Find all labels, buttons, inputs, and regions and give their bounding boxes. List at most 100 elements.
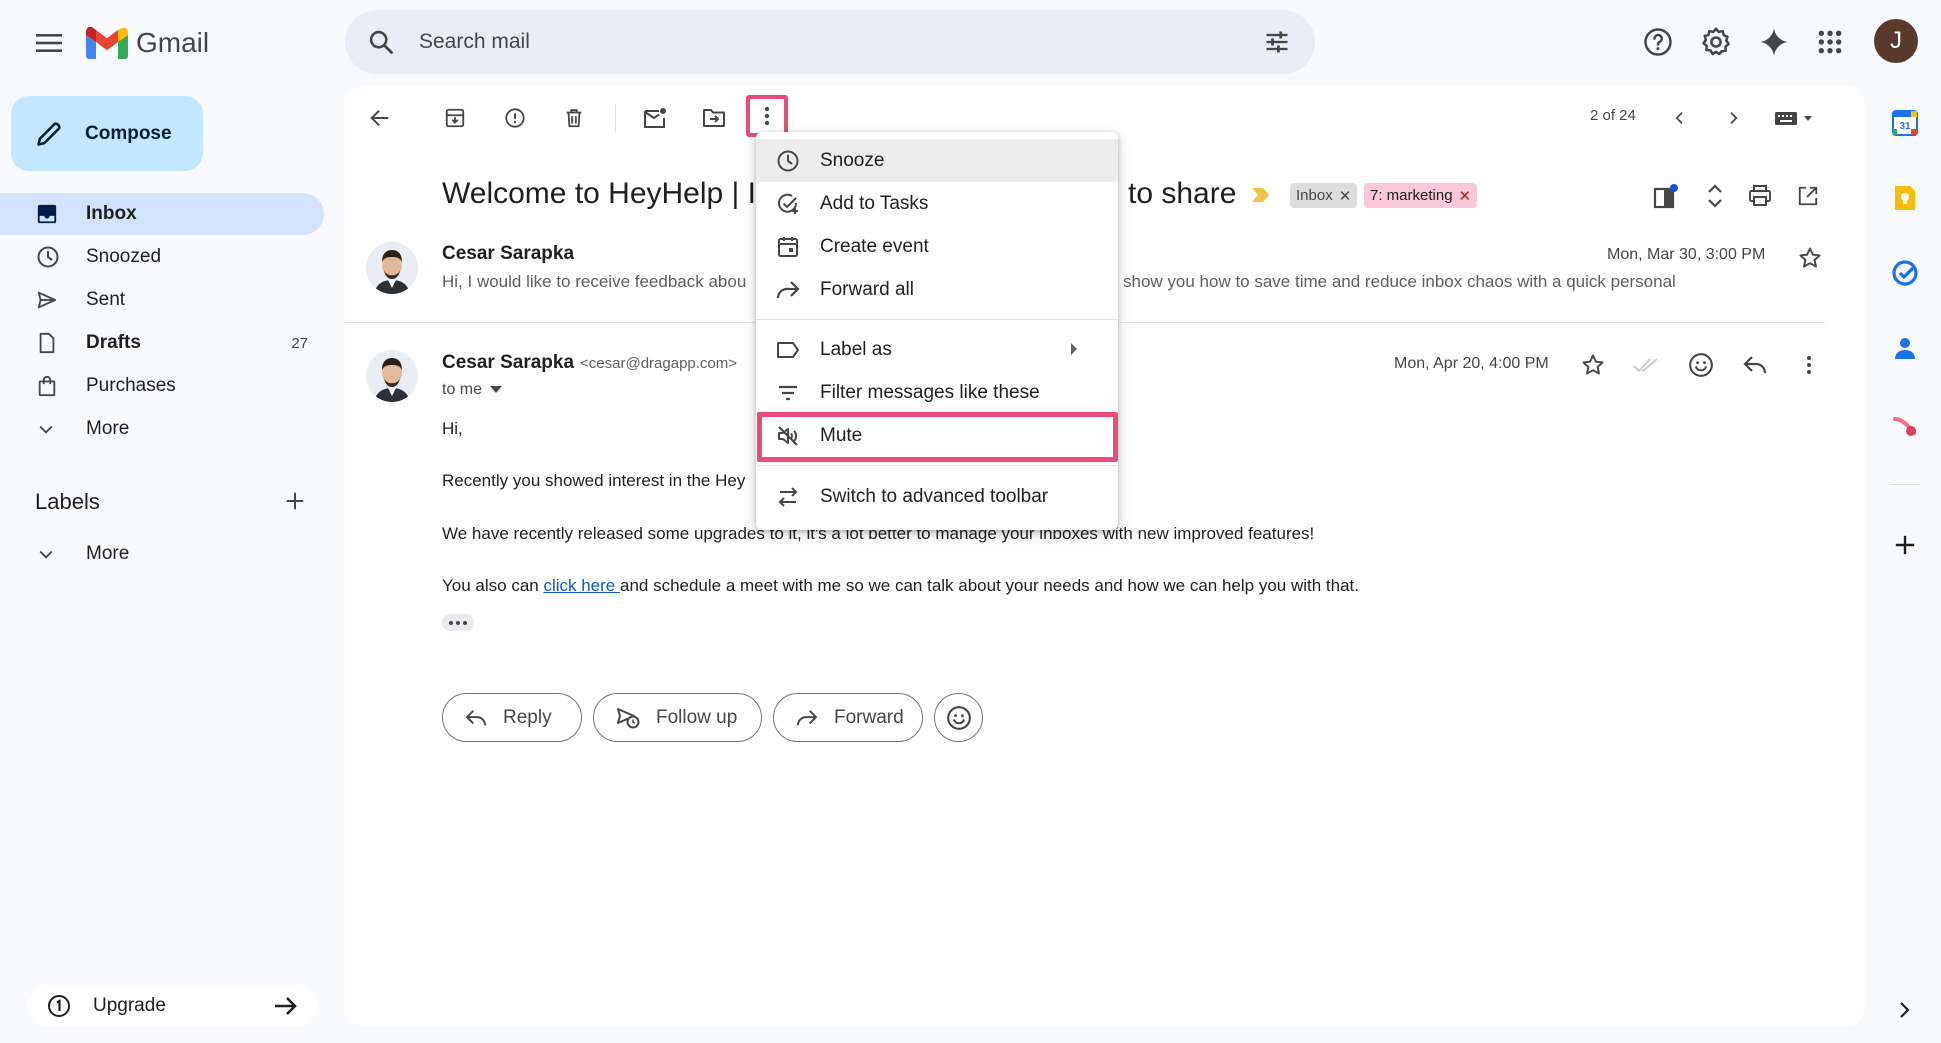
main-menu-icon[interactable]	[28, 22, 70, 64]
nav-item-purchases[interactable]: Purchases	[0, 365, 324, 407]
sender-line: Cesar Sarapka <cesar@dragapp.com>	[442, 352, 737, 374]
sender-name[interactable]: Cesar Sarapka	[442, 243, 574, 265]
more-options-menu: Snooze Add to Tasks Create event Forward…	[756, 132, 1118, 530]
upgrade-button[interactable]: Upgrade	[27, 985, 317, 1027]
menu-item-filter-messages[interactable]: Filter messages like these	[756, 371, 1118, 414]
mark-unread-icon[interactable]	[637, 100, 673, 136]
label-chip-inbox[interactable]: Inbox ✕	[1290, 183, 1358, 208]
newer-chevron-left-icon[interactable]	[1662, 100, 1698, 136]
emoji-reaction-icon[interactable]	[1683, 347, 1719, 383]
side-panel-toggle-icon[interactable]	[1648, 178, 1684, 214]
follow-up-button[interactable]: Follow up	[593, 693, 762, 742]
filter-icon	[776, 381, 800, 405]
click-here-link[interactable]: click here	[543, 576, 620, 595]
drafts-count: 27	[291, 334, 308, 352]
gmail-logo[interactable]: Gmail	[86, 24, 209, 62]
menu-separator	[756, 465, 1118, 466]
label-chip-marketing[interactable]: 7: marketing ✕	[1364, 183, 1478, 208]
follow-up-icon	[616, 707, 640, 729]
reply-icon[interactable]	[1737, 347, 1773, 383]
pencil-icon	[35, 120, 63, 148]
shopping-bag-icon	[36, 375, 62, 397]
gmail-m-icon	[86, 27, 128, 59]
add-label-icon[interactable]	[284, 490, 306, 512]
sender-email: <cesar@dragapp.com>	[580, 355, 738, 372]
menu-item-forward-all[interactable]: Forward all	[756, 268, 1118, 311]
nav-item-inbox[interactable]: Inbox	[0, 193, 324, 235]
body-text-segment: and schedule a meet with me so we can ta…	[619, 576, 1359, 595]
contacts-app-icon[interactable]	[1888, 331, 1922, 365]
delete-trash-icon[interactable]	[556, 100, 592, 136]
forward-label: Forward	[834, 706, 904, 728]
body-line-1: Recently you showed interest in the Hey	[442, 471, 746, 490]
add-addon-plus-icon[interactable]	[1888, 528, 1922, 562]
apps-grid-icon[interactable]	[1808, 20, 1852, 64]
message-snippet[interactable]: Hi, I would like to receive feedback abo…	[442, 272, 746, 292]
menu-separator	[756, 319, 1118, 320]
remove-label-icon[interactable]: ✕	[1339, 187, 1352, 205]
compose-label: Compose	[85, 122, 172, 144]
menu-item-add-to-tasks[interactable]: Add to Tasks	[756, 182, 1118, 225]
input-tools-keyboard-icon[interactable]	[1768, 100, 1820, 136]
nav-label: Purchases	[86, 375, 176, 396]
remove-label-icon[interactable]: ✕	[1459, 187, 1472, 205]
sender-avatar	[366, 242, 418, 294]
report-spam-icon[interactable]	[497, 100, 533, 136]
nav-label: Snoozed	[86, 246, 162, 267]
compose-button[interactable]: Compose	[11, 96, 203, 171]
addon-app-icon[interactable]	[1888, 410, 1922, 444]
print-icon[interactable]	[1742, 178, 1778, 214]
help-icon[interactable]	[1636, 20, 1680, 64]
read-receipt-check-icon	[1628, 347, 1664, 383]
importance-marker-icon[interactable]	[1252, 187, 1270, 203]
menu-item-label-as[interactable]: Label as	[756, 328, 1118, 371]
emoji-icon	[946, 705, 972, 731]
search-options-icon[interactable]	[1263, 28, 1291, 56]
menu-item-label: Create event	[820, 235, 929, 257]
reply-label: Reply	[503, 706, 552, 728]
label-chip-text: 7: marketing	[1370, 187, 1453, 204]
forward-button[interactable]: Forward	[773, 693, 923, 742]
follow-up-label: Follow up	[656, 706, 738, 728]
nav-item-drafts[interactable]: Drafts 27	[0, 322, 324, 364]
emoji-reaction-button[interactable]	[934, 693, 983, 742]
reply-icon	[465, 709, 487, 727]
inbox-icon	[36, 203, 62, 225]
calendar-icon	[776, 235, 800, 259]
reply-button[interactable]: Reply	[442, 693, 582, 742]
recipients-toggle[interactable]: to me	[442, 381, 503, 399]
search-icon[interactable]	[367, 28, 395, 56]
search-input[interactable]	[419, 10, 1199, 74]
more-options-highlight	[746, 95, 788, 137]
recipients-text: to me	[442, 381, 483, 398]
gemini-sparkle-icon[interactable]	[1752, 20, 1796, 64]
expand-collapse-icon[interactable]	[1697, 178, 1733, 214]
message-more-icon[interactable]	[1791, 347, 1827, 383]
tasks-app-icon[interactable]	[1888, 256, 1922, 290]
show-trimmed-content-button[interactable]	[442, 614, 474, 631]
open-in-new-window-icon[interactable]	[1790, 178, 1826, 214]
settings-gear-icon[interactable]	[1694, 20, 1738, 64]
star-icon[interactable]	[1575, 347, 1611, 383]
nav-item-snoozed[interactable]: Snoozed	[0, 236, 324, 278]
nav-item-sent[interactable]: Sent	[0, 279, 324, 321]
keep-notes-icon[interactable]	[1888, 181, 1922, 215]
move-to-folder-icon[interactable]	[696, 100, 732, 136]
star-icon[interactable]	[1792, 240, 1828, 276]
account-avatar[interactable]: J	[1874, 19, 1918, 63]
archive-icon[interactable]	[437, 100, 473, 136]
show-side-panel-chevron-icon[interactable]	[1888, 993, 1922, 1027]
search-bar[interactable]	[345, 10, 1315, 74]
sender-name[interactable]: Cesar Sarapka	[442, 352, 574, 374]
older-chevron-right-icon[interactable]	[1715, 100, 1751, 136]
menu-item-switch-toolbar[interactable]: Switch to advanced toolbar	[756, 475, 1118, 518]
menu-item-snooze[interactable]: Snooze	[756, 139, 1118, 182]
submenu-arrow-icon	[1070, 343, 1078, 355]
calendar-app-icon[interactable]: 31	[1888, 106, 1922, 140]
svg-text:31: 31	[1899, 121, 1911, 132]
nav-item-more[interactable]: More	[0, 408, 324, 450]
menu-item-create-event[interactable]: Create event	[756, 225, 1118, 268]
labels-more[interactable]: More	[0, 533, 324, 575]
message-snippet-end[interactable]: show you how to save time and reduce inb…	[1123, 272, 1676, 292]
back-arrow-icon[interactable]	[362, 100, 398, 136]
